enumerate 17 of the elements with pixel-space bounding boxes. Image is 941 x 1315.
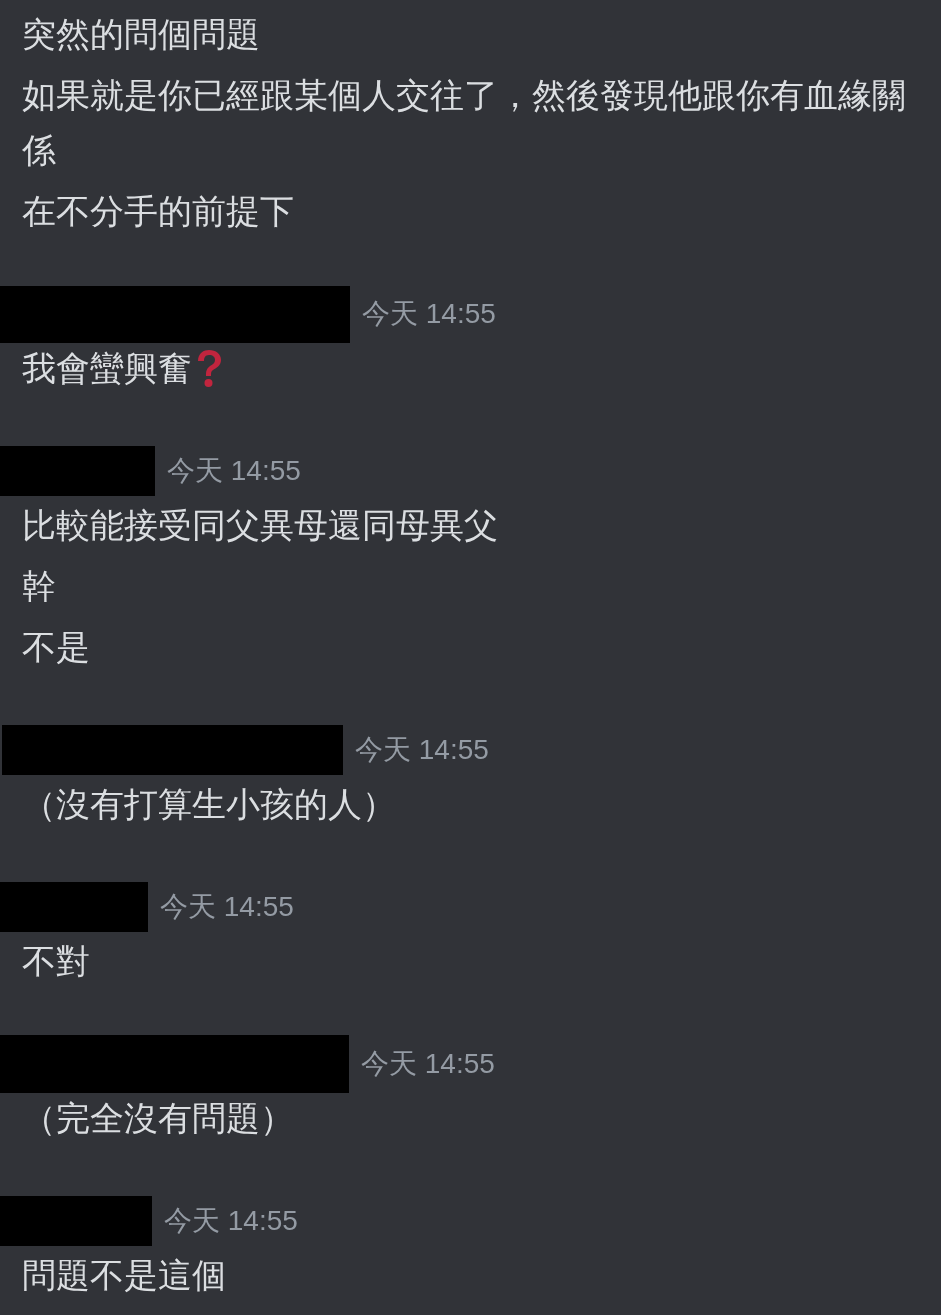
message-text: 不對	[22, 942, 90, 980]
timestamp: 今天 14:55	[164, 1204, 298, 1238]
message-text: （沒有打算生小孩的人）	[22, 785, 396, 823]
timestamp: 今天 14:55	[355, 733, 489, 767]
message-text: 我會蠻興奮	[22, 348, 192, 389]
timestamp: 今天 14:55	[160, 890, 294, 924]
message-text: 突然的問個問題	[22, 15, 260, 53]
message-text: （完全沒有問題）	[22, 1099, 294, 1137]
timestamp: 今天 14:55	[361, 1047, 495, 1081]
message-text: 問題不是這個	[22, 1256, 226, 1294]
timestamp: 今天 14:55	[167, 454, 301, 488]
message-text: 不是	[22, 628, 90, 666]
message-text: 幹	[22, 567, 56, 605]
message-text: 在不分手的前提下	[22, 192, 294, 230]
timestamp: 今天 14:55	[362, 297, 496, 331]
message-text: 如果就是你已經跟某個人交往了，然後發現他跟你有血緣關係	[22, 76, 906, 169]
message-text: 比較能接受同父異母還同母異父	[22, 506, 498, 544]
